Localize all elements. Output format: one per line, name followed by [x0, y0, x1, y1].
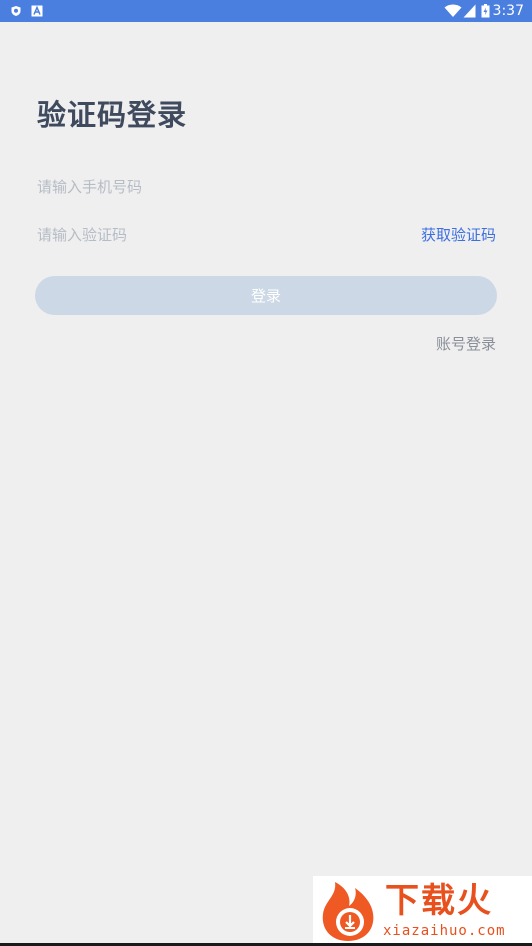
verification-code-input[interactable] [37, 220, 397, 250]
status-bar: 3:37 [0, 0, 532, 22]
get-code-button[interactable]: 获取验证码 [421, 224, 496, 246]
login-button[interactable]: 登录 [35, 276, 497, 315]
watermark-title: 下载火 [385, 881, 493, 921]
a-icon [31, 5, 43, 17]
battery-icon [481, 4, 490, 18]
wifi-icon [444, 4, 462, 17]
fire-logo-icon [322, 882, 374, 941]
code-field [37, 220, 397, 250]
signal-icon [463, 4, 476, 18]
phone-input[interactable] [37, 172, 495, 202]
phone-field [37, 172, 495, 202]
page-title: 验证码登录 [37, 98, 188, 132]
watermark-url: xiazaihuo.com [383, 923, 506, 939]
watermark: 下载火 xiazaihuo.com [313, 876, 532, 946]
status-time: 3:37 [492, 3, 524, 19]
shield-icon [11, 6, 21, 16]
account-login-link[interactable]: 账号登录 [436, 333, 496, 355]
